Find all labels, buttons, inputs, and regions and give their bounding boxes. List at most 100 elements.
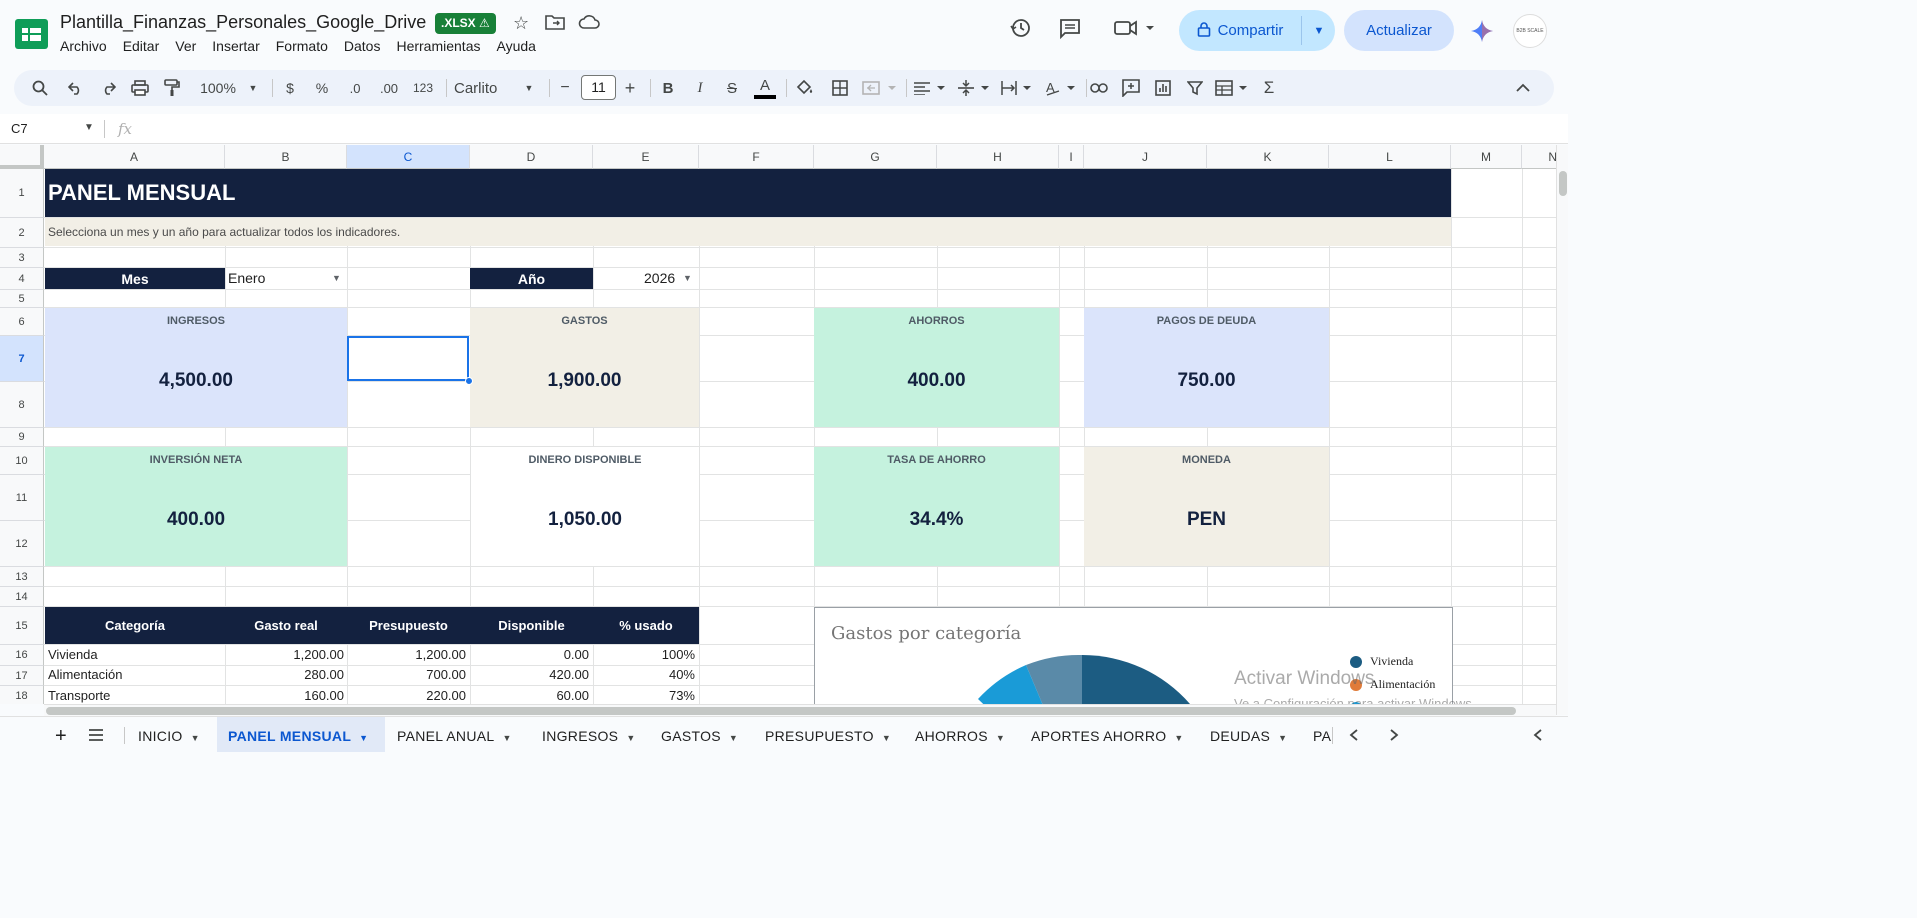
kpi-inversion-neta[interactable]: INVERSIÓN NETA 400.00 xyxy=(45,447,347,566)
row-header-14[interactable]: 14 xyxy=(0,587,44,607)
table-cell[interactable]: 1,200.00 xyxy=(348,645,466,665)
explore-side-panel-icon[interactable] xyxy=(1528,717,1548,752)
sheets-logo-icon[interactable] xyxy=(15,19,48,49)
all-sheets-icon[interactable] xyxy=(88,717,112,752)
row-header-12[interactable]: 12 xyxy=(0,521,44,567)
strikethrough-button[interactable]: S xyxy=(722,70,742,106)
percent-format-button[interactable]: % xyxy=(312,70,332,106)
column-header-b[interactable]: B xyxy=(225,145,347,169)
header-categoria[interactable]: Categoría xyxy=(45,607,225,644)
menu-formato[interactable]: Formato xyxy=(276,38,328,54)
spreadsheet-grid[interactable]: A B C D E F G H I J K L M N 1 2 3 4 5 6 … xyxy=(0,145,1556,704)
move-folder-icon[interactable] xyxy=(545,13,565,36)
header-porcentaje-usado[interactable]: % usado xyxy=(593,607,699,644)
menu-ayuda[interactable]: Ayuda xyxy=(496,38,535,54)
table-cell[interactable]: 420.00 xyxy=(471,665,589,685)
column-header-j[interactable]: J xyxy=(1084,145,1207,169)
avatar[interactable]: B2B SCALE xyxy=(1513,14,1547,48)
row-header-9[interactable]: 9 xyxy=(0,428,44,447)
functions-button[interactable]: Σ xyxy=(1258,70,1280,106)
zoom-dropdown-icon[interactable]: ▼ xyxy=(246,70,260,106)
insert-chart-icon[interactable] xyxy=(1152,70,1174,106)
merge-cells-icon[interactable] xyxy=(862,70,898,106)
star-icon[interactable]: ☆ xyxy=(513,13,529,34)
menu-archivo[interactable]: Archivo xyxy=(60,38,107,54)
year-dropdown[interactable]: 2026 ▼ xyxy=(594,268,699,289)
scroll-tabs-right-icon[interactable] xyxy=(1384,717,1404,752)
column-header-n[interactable]: N xyxy=(1522,145,1556,169)
row-header-8[interactable]: 8 xyxy=(0,382,44,428)
decrease-decimal-button[interactable]: .0 xyxy=(342,70,368,106)
panel-title-banner[interactable]: PANEL MENSUAL xyxy=(45,169,1451,217)
table-cell[interactable]: 100% xyxy=(594,645,695,665)
name-box[interactable]: C7 xyxy=(11,121,28,136)
currency-format-button[interactable]: $ xyxy=(280,70,300,106)
tab-ahorros[interactable]: AHORROS ▼ xyxy=(915,717,1019,752)
paint-format-icon[interactable] xyxy=(160,70,184,106)
scroll-tabs-left-icon[interactable] xyxy=(1344,717,1364,752)
table-cell[interactable]: Alimentación xyxy=(48,665,218,685)
search-menus-icon[interactable] xyxy=(28,70,52,106)
tab-dropdown-icon[interactable]: ▼ xyxy=(502,733,511,743)
column-header-i[interactable]: I xyxy=(1059,145,1084,169)
table-cell[interactable]: Vivienda xyxy=(48,645,218,665)
tab-deudas[interactable]: DEUDAS ▼ xyxy=(1210,717,1300,752)
column-header-a[interactable]: A xyxy=(44,145,225,169)
increase-decimal-button[interactable]: .00 xyxy=(374,70,404,106)
horizontal-scrollbar[interactable] xyxy=(44,704,1556,716)
tab-dropdown-icon[interactable]: ▼ xyxy=(1174,733,1183,743)
bold-button[interactable]: B xyxy=(658,70,678,106)
text-rotation-icon[interactable]: A xyxy=(1044,70,1080,106)
gemini-icon[interactable] xyxy=(1470,19,1494,48)
row-header-2[interactable]: 2 xyxy=(0,218,44,248)
insert-link-icon[interactable] xyxy=(1088,70,1110,106)
horizontal-align-icon[interactable] xyxy=(912,70,948,106)
row-header-13[interactable]: 13 xyxy=(0,567,44,587)
table-cell[interactable]: 40% xyxy=(594,665,695,685)
header-presupuesto[interactable]: Presupuesto xyxy=(347,607,470,644)
cloud-status-icon[interactable] xyxy=(578,13,600,36)
more-formats-button[interactable]: 123 xyxy=(408,70,438,106)
table-cell[interactable]: 0.00 xyxy=(471,645,589,665)
row-header-6[interactable]: 6 xyxy=(0,308,44,336)
row-header-11[interactable]: 11 xyxy=(0,475,44,521)
italic-button[interactable]: I xyxy=(690,70,710,106)
horizontal-scrollbar-thumb[interactable] xyxy=(46,707,1516,715)
month-dropdown-icon[interactable]: ▼ xyxy=(332,273,341,283)
update-button[interactable]: Actualizar xyxy=(1344,10,1454,51)
kpi-ingresos[interactable]: INGRESOS 4,500.00 xyxy=(45,308,347,427)
undo-icon[interactable] xyxy=(64,70,88,106)
column-header-h[interactable]: H xyxy=(937,145,1059,169)
vertical-scrollbar[interactable] xyxy=(1556,145,1568,715)
tab-dropdown-icon[interactable]: ▼ xyxy=(1278,733,1287,743)
header-disponible[interactable]: Disponible xyxy=(470,607,593,644)
menu-datos[interactable]: Datos xyxy=(344,38,381,54)
row-header-3[interactable]: 3 xyxy=(0,248,44,268)
tab-presupuesto[interactable]: PRESUPUESTO ▼ xyxy=(765,717,899,752)
document-title[interactable]: Plantilla_Finanzas_Personales_Google_Dri… xyxy=(60,12,426,33)
tab-dropdown-icon[interactable]: ▼ xyxy=(359,733,368,743)
tab-dropdown-icon[interactable]: ▼ xyxy=(626,733,635,743)
table-cell[interactable]: 280.00 xyxy=(226,665,344,685)
row-header-5[interactable]: 5 xyxy=(0,290,44,308)
fill-color-icon[interactable] xyxy=(794,70,816,106)
tab-dropdown-icon[interactable]: ▼ xyxy=(191,733,200,743)
meet-icon[interactable] xyxy=(1114,17,1156,45)
tab-dropdown-icon[interactable]: ▼ xyxy=(729,733,738,743)
column-header-g[interactable]: G xyxy=(814,145,937,169)
vertical-scrollbar-thumb[interactable] xyxy=(1559,171,1567,196)
tab-ingresos[interactable]: INGRESOS ▼ xyxy=(542,717,646,752)
kpi-dinero-disponible[interactable]: DINERO DISPONIBLE 1,050.00 xyxy=(470,447,699,566)
fill-handle[interactable] xyxy=(465,377,473,385)
comment-icon[interactable] xyxy=(1059,17,1081,45)
table-cell[interactable]: 160.00 xyxy=(226,686,344,704)
zoom-select[interactable]: 100% xyxy=(196,70,240,106)
menu-insertar[interactable]: Insertar xyxy=(212,38,259,54)
insert-comment-icon[interactable] xyxy=(1120,70,1142,106)
row-header-7[interactable]: 7 xyxy=(0,336,44,382)
column-header-f[interactable]: F xyxy=(699,145,814,169)
filter-icon[interactable] xyxy=(1184,70,1206,106)
table-cell[interactable]: 220.00 xyxy=(348,686,466,704)
header-gasto-real[interactable]: Gasto real xyxy=(225,607,347,644)
tab-dropdown-icon[interactable]: ▼ xyxy=(882,733,891,743)
